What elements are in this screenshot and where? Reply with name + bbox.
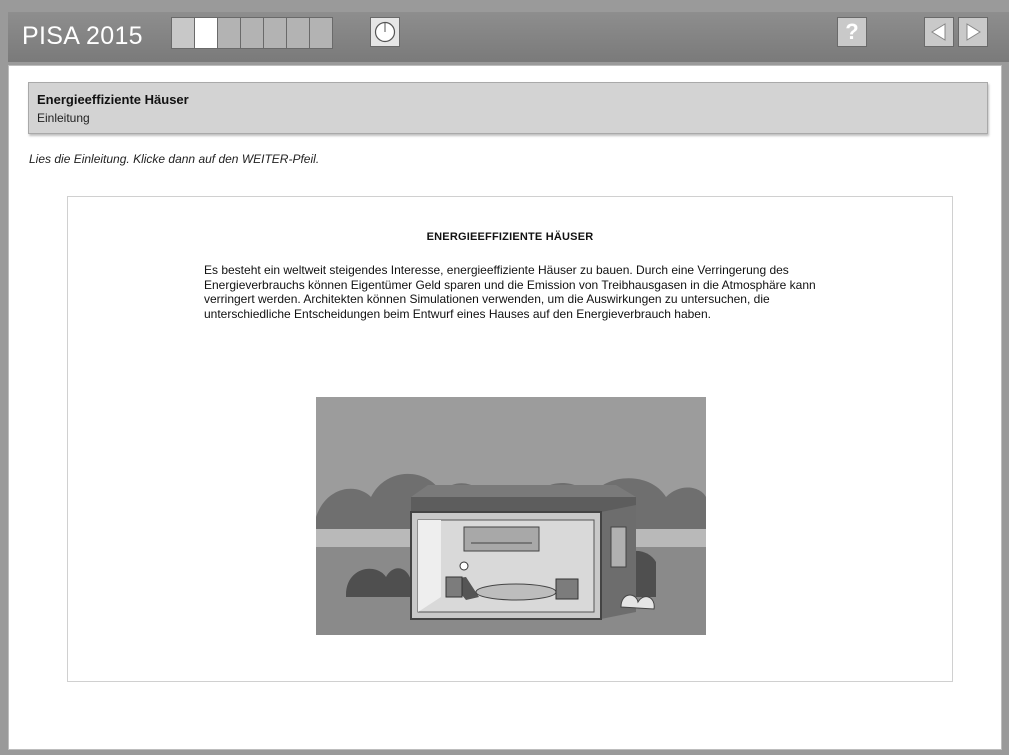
progress-segment [264,18,286,48]
progress-segment [287,18,309,48]
instruction-text: Lies die Einleitung. Klicke dann auf den… [29,152,320,166]
stimulus-heading: ENERGIEEFFIZIENTE HÄUSER [426,231,594,243]
app-title: PISA 2015 [22,22,143,50]
back-button[interactable] [924,17,954,47]
stimulus-body: Es besteht ein weltweit steigendes Inter… [204,263,816,321]
progress-indicator [171,17,333,49]
help-icon: ? [845,19,859,44]
progress-segment [172,18,194,48]
content-panel: Energieeffiziente Häuser Einleitung Lies… [8,65,1002,750]
unit-header: Energieeffiziente Häuser Einleitung [28,82,988,134]
help-button[interactable]: ? [837,17,867,47]
progress-segment [241,18,263,48]
progress-segment [310,18,332,48]
next-button[interactable] [958,17,988,47]
app-frame: PISA 2015 ? Energieeffiziente Häuser Ein… [0,0,1009,755]
back-arrow-icon [931,23,946,41]
clock-icon [370,17,400,47]
unit-subtitle: Einleitung [37,111,90,125]
top-bar: PISA 2015 ? [8,12,1009,62]
unit-title: Energieeffiziente Häuser [37,92,189,107]
house-illustration [316,397,706,635]
progress-segment [218,18,240,48]
next-arrow-icon [966,23,981,41]
progress-segment-current [195,18,217,48]
stimulus-box: ENERGIEEFFIZIENTE HÄUSER Es besteht ein … [67,196,953,682]
